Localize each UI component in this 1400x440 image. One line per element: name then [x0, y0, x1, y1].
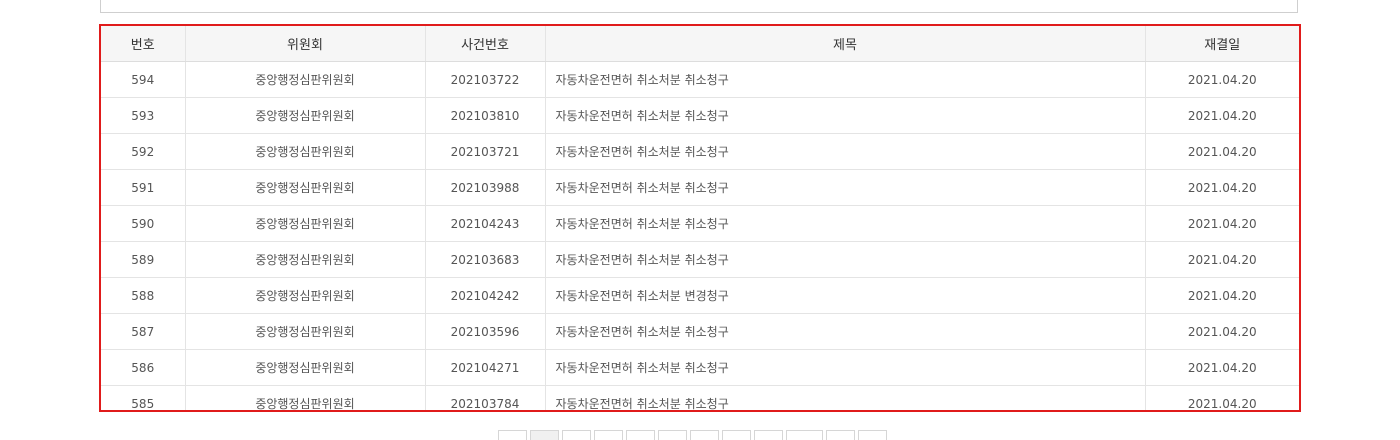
cell-decision-date: 2021.04.20	[1145, 61, 1299, 98]
results-table: 번호 위원회 사건번호 제목 재결일 594 중앙행정심판위원회 202103722…	[101, 26, 1299, 411]
cell-decision-date: 2021.04.20	[1145, 349, 1299, 386]
page-button[interactable]	[754, 430, 783, 440]
table-row[interactable]: 586 중앙행정심판위원회 202104271 자동차운전면허 취소처분 취소청구 20…	[101, 349, 1299, 386]
cell-number: 594	[101, 61, 186, 98]
page-prev-button[interactable]	[530, 430, 559, 440]
cell-title-link[interactable]: 자동차운전면허 취소처분 취소청구	[545, 313, 1146, 350]
page-button[interactable]	[658, 430, 687, 440]
cell-title-link[interactable]: 자동차운전면허 취소처분 변경청구	[545, 277, 1146, 314]
cell-title-link[interactable]: 자동차운전면허 취소처분 취소청구	[545, 169, 1146, 206]
results-table-container: 번호 위원회 사건번호 제목 재결일 594 중앙행정심판위원회 202103722…	[99, 24, 1301, 412]
cell-title-link[interactable]: 자동차운전면허 취소처분 취소청구	[545, 133, 1146, 170]
cell-decision-date: 2021.04.20	[1145, 133, 1299, 170]
cell-committee: 중앙행정심판위원회	[185, 97, 426, 134]
cell-number: 588	[101, 277, 186, 314]
page-button[interactable]	[786, 430, 823, 440]
table-row[interactable]: 590 중앙행정심판위원회 202104243 자동차운전면허 취소처분 취소청구 20…	[101, 205, 1299, 242]
cell-case-number: 202103988	[425, 169, 546, 206]
table-row[interactable]: 594 중앙행정심판위원회 202103722 자동차운전면허 취소처분 취소청구 20…	[101, 61, 1299, 98]
cell-number: 590	[101, 205, 186, 242]
cell-number: 587	[101, 313, 186, 350]
cell-committee: 중앙행정심판위원회	[185, 277, 426, 314]
cell-case-number: 202103784	[425, 385, 546, 410]
cell-decision-date: 2021.04.20	[1187, 396, 1257, 411]
cell-committee: 중앙행정심판위원회	[185, 349, 426, 386]
cell-decision-date: 2021.04.20	[1145, 277, 1299, 314]
table-row[interactable]: 589 중앙행정심판위원회 202103683 자동차운전면허 취소처분 취소청구 20…	[101, 241, 1299, 278]
table-row[interactable]: 592 중앙행정심판위원회 202103721 자동차운전면허 취소처분 취소청구 20…	[101, 133, 1299, 170]
cell-case-number: 202103683	[425, 241, 546, 278]
cell-decision-date: 2021.04.20	[1145, 313, 1299, 350]
cell-decision-date: 2021.04.20	[1145, 169, 1299, 206]
cell-decision-date: 2021.04.20	[1145, 97, 1299, 134]
table-row[interactable]: 587 중앙행정심판위원회 202103596 자동차운전면허 취소처분 취소청구 20…	[101, 313, 1299, 350]
table-row[interactable]: 593 중앙행정심판위원회 202103810 자동차운전면허 취소처분 취소청구 20…	[101, 97, 1299, 134]
cell-number: 585	[101, 385, 186, 410]
cell-title-link[interactable]: 자동차운전면허 취소처분 취소청구	[545, 385, 1146, 410]
table-row[interactable]: 585 중앙행정심판위원회 202103784 자동차운전면허 취소처분 취소청구 20…	[101, 385, 1299, 411]
cell-case-number: 202104242	[425, 277, 546, 314]
cell-number: 593	[101, 97, 186, 134]
table-body: 594 중앙행정심판위원회 202103722 자동차운전면허 취소처분 취소청구 20…	[101, 61, 1299, 411]
table-row[interactable]: 591 중앙행정심판위원회 202103988 자동차운전면허 취소처분 취소청구 20…	[101, 169, 1299, 206]
page-next-button[interactable]	[826, 430, 855, 440]
column-header-committee: 위원회	[185, 26, 426, 62]
page-button[interactable]	[722, 430, 751, 440]
page-last-button[interactable]	[858, 430, 887, 440]
column-header-decision-date: 재결일	[1145, 26, 1299, 62]
cell-number: 592	[101, 133, 186, 170]
pagination	[498, 430, 887, 440]
column-header-number: 번호	[101, 26, 186, 62]
cell-case-number: 202103596	[425, 313, 546, 350]
cell-title-link[interactable]: 자동차운전면허 취소처분 취소청구	[545, 205, 1146, 242]
column-header-case-number: 사건번호	[425, 26, 546, 62]
search-panel	[100, 0, 1298, 13]
cell-committee: 중앙행정심판위원회	[185, 61, 426, 98]
cell-case-number: 202103722	[425, 61, 546, 98]
page-button[interactable]	[690, 430, 719, 440]
cell-case-number: 202104271	[425, 349, 546, 386]
cell-case-number: 202103810	[425, 97, 546, 134]
cell-case-number: 202103721	[425, 133, 546, 170]
table-header: 번호 위원회 사건번호 제목 재결일	[101, 26, 1299, 62]
cell-title-link[interactable]: 자동차운전면허 취소처분 취소청구	[545, 97, 1146, 134]
page-button[interactable]	[626, 430, 655, 440]
page-button[interactable]	[594, 430, 623, 440]
cell-title-link[interactable]: 자동차운전면허 취소처분 취소청구	[545, 241, 1146, 278]
cell-number: 589	[101, 241, 186, 278]
column-header-title: 제목	[545, 26, 1146, 62]
cell-committee: 중앙행정심판위원회	[185, 313, 426, 350]
cell-title-link[interactable]: 자동차운전면허 취소처분 취소청구	[545, 61, 1146, 98]
cell-decision-date: 2021.04.20	[1145, 241, 1299, 278]
cell-decision-date: 2021.04.20	[1145, 205, 1299, 242]
table-row[interactable]: 588 중앙행정심판위원회 202104242 자동차운전면허 취소처분 변경청구 20…	[101, 277, 1299, 314]
cell-number: 586	[101, 349, 186, 386]
page-first-button[interactable]	[498, 430, 527, 440]
cell-committee: 중앙행정심판위원회	[185, 133, 426, 170]
cell-case-number: 202104243	[425, 205, 546, 242]
cell-committee: 중앙행정심판위원회	[185, 385, 426, 410]
cell-committee: 중앙행정심판위원회	[185, 169, 426, 206]
page-button[interactable]	[562, 430, 591, 440]
cell-title-link[interactable]: 자동차운전면허 취소처분 취소청구	[545, 349, 1146, 386]
cell-committee: 중앙행정심판위원회	[185, 205, 426, 242]
cell-number: 591	[101, 169, 186, 206]
cell-committee: 중앙행정심판위원회	[185, 241, 426, 278]
table-header-row: 번호 위원회 사건번호 제목 재결일	[101, 26, 1299, 62]
